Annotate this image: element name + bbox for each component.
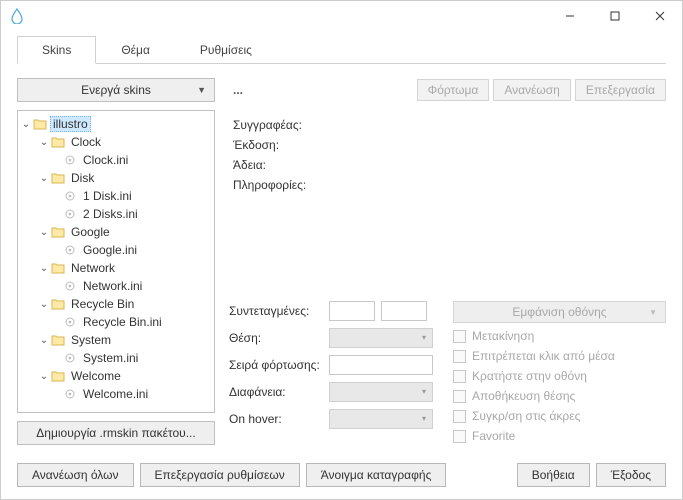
chevron-down-icon: ▼ [649,308,657,317]
folder-icon [50,261,66,275]
check-draggable[interactable]: Μετακίνηση [453,329,666,343]
active-skins-dropdown[interactable]: Ενεργά skins ▼ [17,78,215,102]
gear-icon [62,315,78,329]
tree-file[interactable]: Clock.ini [20,151,212,169]
coords-label: Συντεταγμένες: [229,304,329,318]
tree-folder[interactable]: ⌄System [20,331,212,349]
chevron-down-icon: ▼ [197,85,206,95]
folder-icon [50,225,66,239]
checkbox-icon [453,350,466,363]
folder-icon [50,333,66,347]
skin-name-label: ... [229,83,243,97]
tree-file[interactable]: Google.ini [20,241,212,259]
gear-icon [62,189,78,203]
checkbox-icon [453,370,466,383]
edit-settings-button[interactable]: Επεξεργασία ρυθμίσεων [140,463,300,487]
meta-info-label: Πληροφορίες: [233,178,666,192]
minimize-button[interactable] [547,1,592,31]
create-rmskin-button[interactable]: Δημιουργία .rmskin πακέτου... [17,421,215,445]
check-favorite[interactable]: Favorite [453,429,666,443]
check-snap-edges[interactable]: Συγκρ/ση στις άκρες [453,409,666,423]
load-order-label: Σειρά φόρτωσης: [229,358,329,372]
load-order-input[interactable] [329,355,433,375]
app-icon [9,8,25,24]
meta-author-label: Συγγραφέας: [233,118,666,132]
tree-folder[interactable]: ⌄ Disk [20,169,212,187]
folder-icon [32,117,48,131]
checkbox-icon [453,390,466,403]
display-monitor-combo[interactable]: Εμφάνιση οθόνης ▼ [453,301,666,323]
chevron-down-icon: ▾ [422,387,426,396]
refresh-all-button[interactable]: Ανανέωση όλων [17,463,134,487]
checkbox-icon [453,330,466,343]
tab-skins[interactable]: Skins [17,36,96,64]
tree-file[interactable]: Welcome.ini [20,385,212,403]
open-log-button[interactable]: Άνοιγμα καταγραφής [306,463,447,487]
meta-license-label: Άδεια: [233,158,666,172]
tab-theme[interactable]: Θέμα [96,36,175,64]
folder-icon [50,171,66,185]
tree-folder[interactable]: ⌄Google [20,223,212,241]
on-hover-combo[interactable]: ▾ [329,409,433,429]
gear-icon [62,387,78,401]
tab-bar: Skins Θέμα Ρυθμίσεις [17,35,666,64]
folder-icon [50,297,66,311]
check-save-position[interactable]: Αποθήκευση θέσης [453,389,666,403]
tree-folder[interactable]: ⌄Network [20,259,212,277]
load-button[interactable]: Φόρτωμα [417,79,490,101]
chevron-down-icon: ▾ [422,414,426,423]
folder-icon [50,369,66,383]
app-window: Skins Θέμα Ρυθμίσεις Ενεργά skins ▼ ⌄ il… [0,0,683,500]
gear-icon [62,153,78,167]
folder-icon [50,135,66,149]
on-hover-label: On hover: [229,412,329,426]
gear-icon [62,351,78,365]
check-keep-on-screen[interactable]: Κρατήστε στην οθόνη [453,369,666,383]
gear-icon [62,279,78,293]
exit-button[interactable]: Έξοδος [596,463,666,487]
tree-folder[interactable]: ⌄ Clock [20,133,212,151]
close-button[interactable] [637,1,682,31]
coord-y-input[interactable] [381,301,427,321]
tree-file[interactable]: 2 Disks.ini [20,205,212,223]
tree-file[interactable]: 1 Disk.ini [20,187,212,205]
tree-folder-root[interactable]: ⌄ illustro [20,115,212,133]
edit-button[interactable]: Επεξεργασία [575,79,666,101]
position-label: Θέση: [229,331,329,345]
refresh-button[interactable]: Ανανέωση [493,79,571,101]
gear-icon [62,207,78,221]
tree-file[interactable]: Network.ini [20,277,212,295]
maximize-button[interactable] [592,1,637,31]
checkbox-icon [453,430,466,443]
titlebar [1,1,682,31]
check-click-through[interactable]: Επιτρέπεται κλικ από μέσα [453,349,666,363]
tree-file[interactable]: Recycle Bin.ini [20,313,212,331]
help-button[interactable]: Βοήθεια [517,463,590,487]
tree-file[interactable]: System.ini [20,349,212,367]
chevron-down-icon: ▾ [422,333,426,342]
bottom-bar: Ανανέωση όλων Επεξεργασία ρυθμίσεων Άνοι… [1,455,682,499]
active-skins-label: Ενεργά skins [81,83,151,97]
position-combo[interactable]: ▾ [329,328,433,348]
meta-version-label: Έκδοση: [233,138,666,152]
checkbox-icon [453,410,466,423]
tree-folder[interactable]: ⌄Welcome [20,367,212,385]
coord-x-input[interactable] [329,301,375,321]
skin-tree[interactable]: ⌄ illustro ⌄ Clock Clock.ini [17,110,215,413]
transparency-combo[interactable]: ▾ [329,382,433,402]
gear-icon [62,243,78,257]
transparency-label: Διαφάνεια: [229,385,329,399]
tab-settings[interactable]: Ρυθμίσεις [175,36,277,64]
window-controls [547,1,682,31]
tree-folder[interactable]: ⌄Recycle Bin [20,295,212,313]
